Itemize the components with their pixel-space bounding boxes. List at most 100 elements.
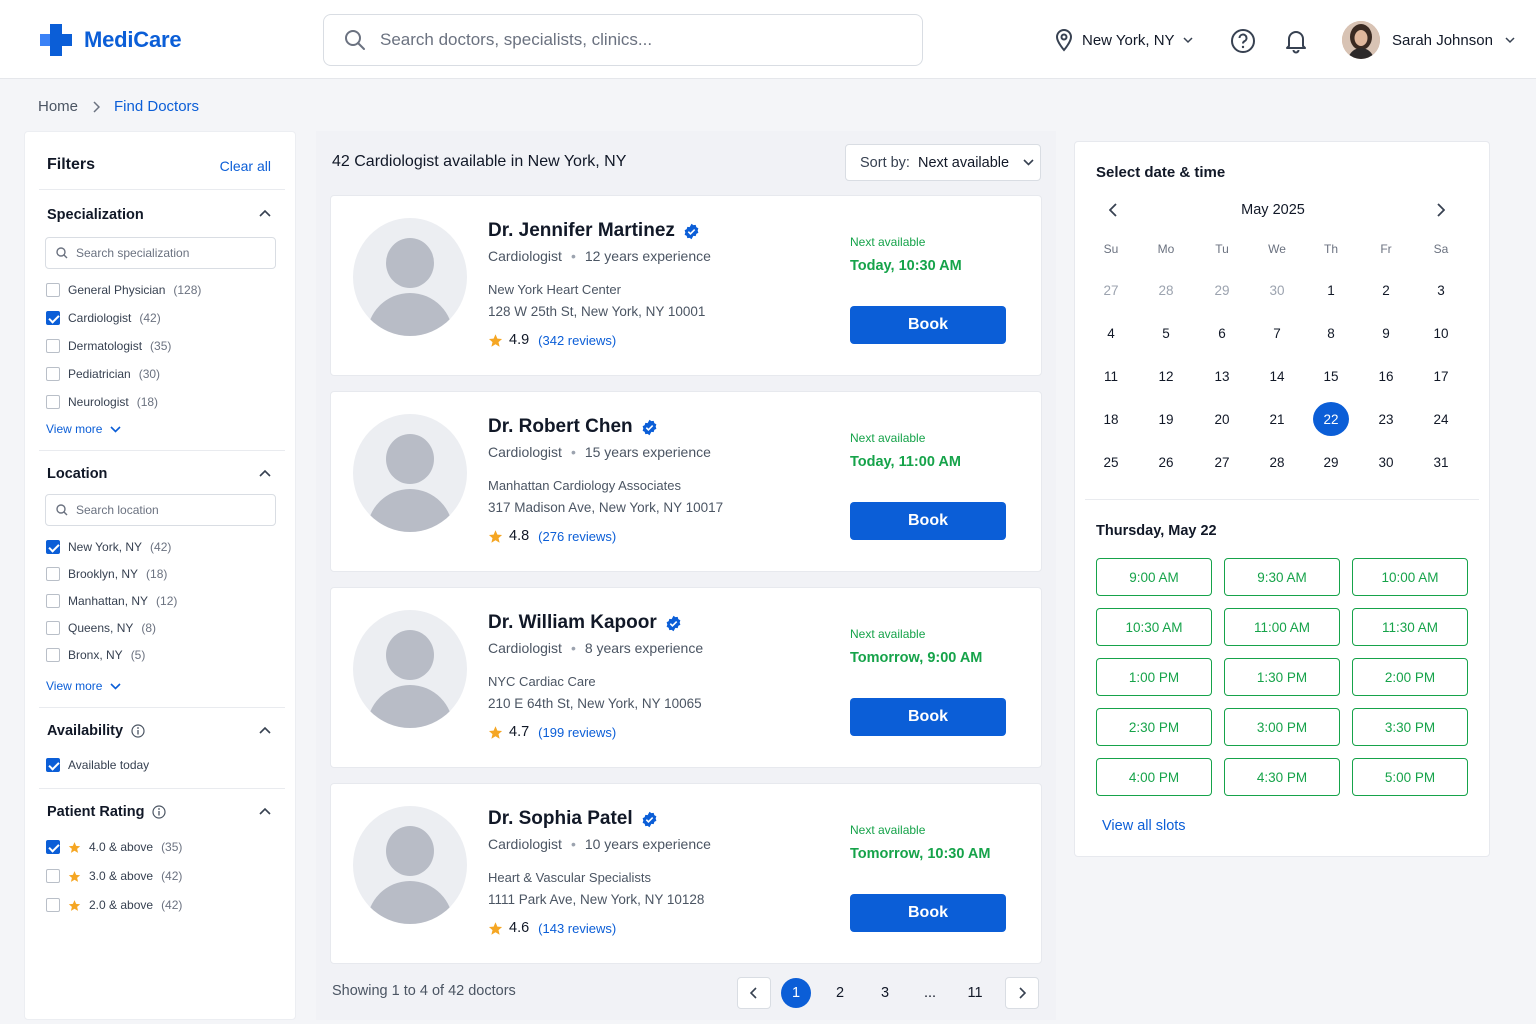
filter-option[interactable]: 2.0 & above (42) xyxy=(46,898,182,912)
time-slot-button[interactable]: 10:00 AM xyxy=(1352,558,1468,596)
checkbox-checked[interactable] xyxy=(46,758,60,772)
calendar-day-selected[interactable]: 22 xyxy=(1313,402,1349,436)
filter-option[interactable]: 4.0 & above (35) xyxy=(46,840,182,854)
calendar-day[interactable]: 31 xyxy=(1423,445,1459,479)
calendar-day[interactable]: 28 xyxy=(1259,445,1295,479)
book-button[interactable]: Book xyxy=(850,306,1006,344)
calendar-day[interactable]: 19 xyxy=(1148,402,1184,436)
specialization-view-more[interactable]: View more xyxy=(46,422,122,436)
checkbox[interactable] xyxy=(46,898,60,912)
time-slot-button[interactable]: 11:30 AM xyxy=(1352,608,1468,646)
calendar-day[interactable]: 25 xyxy=(1093,445,1129,479)
chevron-up-icon[interactable] xyxy=(259,209,271,217)
calendar-day[interactable]: 4 xyxy=(1093,316,1129,350)
time-slot-button[interactable]: 1:30 PM xyxy=(1224,658,1340,696)
user-menu[interactable]: Sarah Johnson xyxy=(1342,21,1515,59)
calendar-day[interactable]: 30 xyxy=(1259,273,1295,307)
checkbox[interactable] xyxy=(46,339,60,353)
time-slot-button[interactable]: 4:30 PM xyxy=(1224,758,1340,796)
page-button[interactable]: 1 xyxy=(781,978,811,1008)
checkbox-checked[interactable] xyxy=(46,311,60,325)
time-slot-button[interactable]: 3:00 PM xyxy=(1224,708,1340,746)
specialization-search-input[interactable] xyxy=(76,246,256,260)
checkbox[interactable] xyxy=(46,869,60,883)
filter-option[interactable]: Dermatologist (35) xyxy=(46,339,171,353)
calendar-day[interactable]: 18 xyxy=(1093,402,1129,436)
filter-option[interactable]: Queens, NY (8) xyxy=(46,621,156,635)
calendar-day[interactable]: 9 xyxy=(1368,316,1404,350)
search-input[interactable] xyxy=(380,30,880,50)
checkbox[interactable] xyxy=(46,648,60,662)
time-slot-button[interactable]: 9:30 AM xyxy=(1224,558,1340,596)
reviews-link[interactable]: (143 reviews) xyxy=(538,921,616,936)
calendar-day[interactable]: 2 xyxy=(1368,273,1404,307)
checkbox[interactable] xyxy=(46,283,60,297)
filter-option[interactable]: Pediatrician (30) xyxy=(46,367,160,381)
filter-option[interactable]: Neurologist (18) xyxy=(46,395,158,409)
doctor-name[interactable]: Dr. William Kapoor xyxy=(488,612,682,634)
help-button[interactable] xyxy=(1230,28,1256,59)
calendar-day[interactable]: 27 xyxy=(1204,445,1240,479)
calendar-day[interactable]: 16 xyxy=(1368,359,1404,393)
filter-option[interactable]: Bronx, NY (5) xyxy=(46,648,145,662)
location-search-input[interactable] xyxy=(76,503,256,517)
calendar-day[interactable]: 8 xyxy=(1313,316,1349,350)
time-slot-button[interactable]: 4:00 PM xyxy=(1096,758,1212,796)
sort-dropdown[interactable]: Sort by: Next available xyxy=(845,144,1041,181)
calendar-day[interactable]: 21 xyxy=(1259,402,1295,436)
notifications-button[interactable] xyxy=(1283,28,1309,59)
time-slot-button[interactable]: 11:00 AM xyxy=(1224,608,1340,646)
doctor-name[interactable]: Dr. Robert Chen xyxy=(488,416,658,438)
calendar-day[interactable]: 20 xyxy=(1204,402,1240,436)
calendar-day[interactable]: 1 xyxy=(1313,273,1349,307)
chevron-up-icon[interactable] xyxy=(259,469,271,477)
calendar-day[interactable]: 17 xyxy=(1423,359,1459,393)
checkbox[interactable] xyxy=(46,395,60,409)
calendar-day[interactable]: 6 xyxy=(1204,316,1240,350)
checkbox-checked[interactable] xyxy=(46,840,60,854)
book-button[interactable]: Book xyxy=(850,698,1006,736)
calendar-day[interactable]: 30 xyxy=(1368,445,1404,479)
breadcrumb-home[interactable]: Home xyxy=(38,98,78,115)
reviews-link[interactable]: (199 reviews) xyxy=(538,725,616,740)
filter-option[interactable]: Manhattan, NY (12) xyxy=(46,594,177,608)
page-button[interactable]: 3 xyxy=(870,977,900,1009)
next-page-button[interactable] xyxy=(1005,977,1039,1009)
filter-option[interactable]: Cardiologist (42) xyxy=(46,311,161,325)
filter-option[interactable]: New York, NY (42) xyxy=(46,540,171,554)
filter-option[interactable]: 3.0 & above (42) xyxy=(46,869,182,883)
calendar-day[interactable]: 29 xyxy=(1313,445,1349,479)
reviews-link[interactable]: (342 reviews) xyxy=(538,333,616,348)
checkbox[interactable] xyxy=(46,367,60,381)
logo[interactable]: MediCare xyxy=(38,22,182,58)
doctor-name[interactable]: Dr. Jennifer Martinez xyxy=(488,220,700,242)
time-slot-button[interactable]: 5:00 PM xyxy=(1352,758,1468,796)
time-slot-button[interactable]: 3:30 PM xyxy=(1352,708,1468,746)
calendar-day[interactable]: 14 xyxy=(1259,359,1295,393)
time-slot-button[interactable]: 10:30 AM xyxy=(1096,608,1212,646)
page-button[interactable]: 2 xyxy=(825,977,855,1009)
availability-option[interactable]: Available today xyxy=(46,758,149,772)
global-search[interactable] xyxy=(323,14,923,66)
calendar-day[interactable]: 11 xyxy=(1093,359,1129,393)
time-slot-button[interactable]: 2:00 PM xyxy=(1352,658,1468,696)
reviews-link[interactable]: (276 reviews) xyxy=(538,529,616,544)
location-selector[interactable]: New York, NY xyxy=(1054,28,1193,52)
page-button[interactable]: 11 xyxy=(960,977,990,1009)
calendar-day[interactable]: 15 xyxy=(1313,359,1349,393)
filter-option[interactable]: Brooklyn, NY (18) xyxy=(46,567,167,581)
location-view-more[interactable]: View more xyxy=(46,679,122,693)
time-slot-button[interactable]: 2:30 PM xyxy=(1096,708,1212,746)
calendar-day[interactable]: 3 xyxy=(1423,273,1459,307)
specialization-search[interactable] xyxy=(45,237,276,269)
calendar-day[interactable]: 13 xyxy=(1204,359,1240,393)
calendar-day[interactable]: 5 xyxy=(1148,316,1184,350)
chevron-right-icon[interactable] xyxy=(1437,203,1445,217)
checkbox[interactable] xyxy=(46,567,60,581)
view-all-slots-link[interactable]: View all slots xyxy=(1102,818,1186,834)
checkbox[interactable] xyxy=(46,594,60,608)
prev-page-button[interactable] xyxy=(737,977,771,1009)
calendar-day[interactable]: 24 xyxy=(1423,402,1459,436)
calendar-day[interactable]: 28 xyxy=(1148,273,1184,307)
calendar-day[interactable]: 7 xyxy=(1259,316,1295,350)
